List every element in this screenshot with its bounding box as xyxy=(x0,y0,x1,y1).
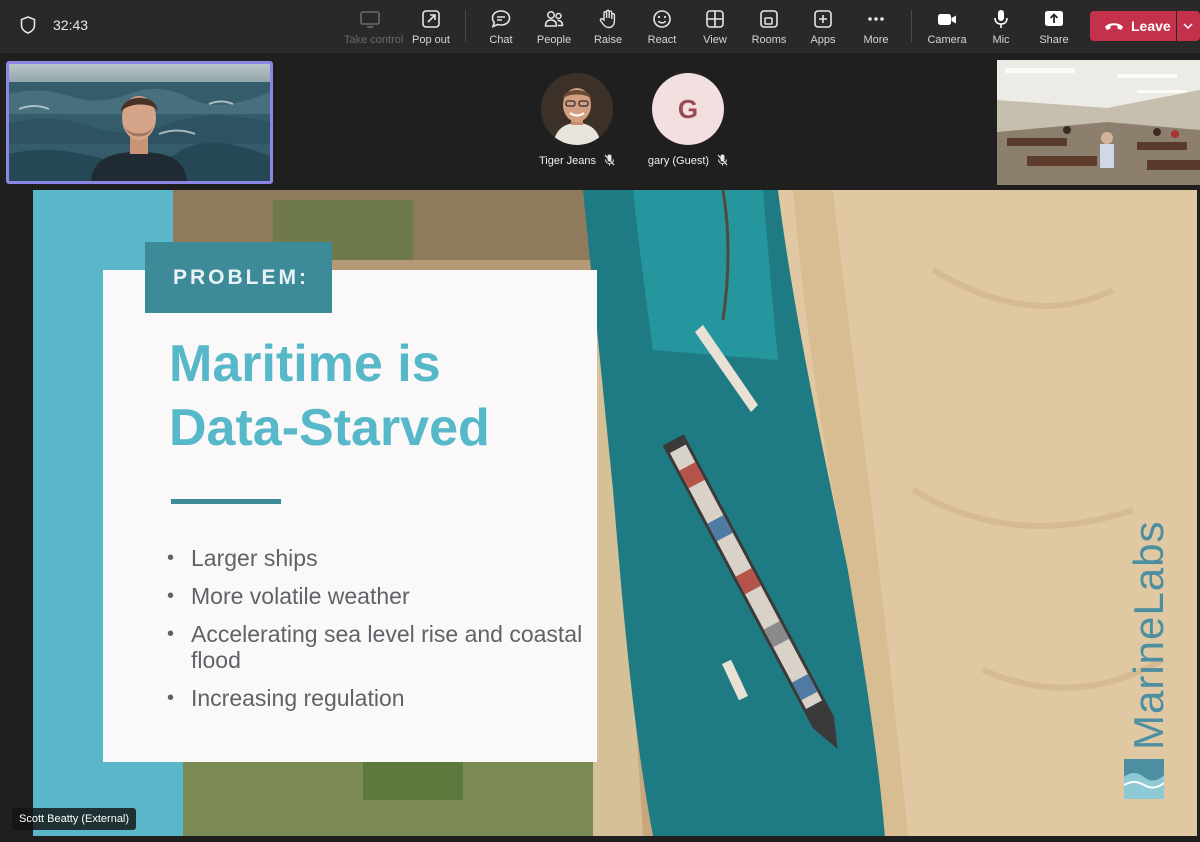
plus-square-icon xyxy=(814,10,832,28)
avatar xyxy=(541,73,613,145)
people-icon xyxy=(544,11,564,27)
toolbar-divider xyxy=(465,10,466,42)
people-button[interactable]: People xyxy=(528,6,580,48)
presenter-name-caption: Scott Beatty (External) xyxy=(12,808,137,830)
mic-button[interactable]: Mic xyxy=(975,6,1027,48)
bullet-item: Increasing regulation xyxy=(167,685,587,711)
apps-button[interactable]: Apps xyxy=(797,6,849,48)
meeting-timer: 32:43 xyxy=(53,17,89,33)
react-button[interactable]: React xyxy=(636,6,688,48)
shield-icon xyxy=(20,16,36,34)
share-button[interactable]: Share xyxy=(1028,6,1080,48)
camera-button[interactable]: Camera xyxy=(921,6,973,48)
ellipsis-icon xyxy=(868,17,884,21)
presenter-video xyxy=(9,64,270,181)
shared-presentation-slide: PROBLEM: Maritime is Data-Starved Larger… xyxy=(33,190,1197,836)
chat-button[interactable]: Chat xyxy=(475,6,527,48)
slide-bullet-list: Larger ships More volatile weather Accel… xyxy=(167,545,587,723)
meeting-toolbar: 32:43 Take control Pop out Chat People R… xyxy=(0,0,1200,53)
share-upload-icon xyxy=(1045,11,1063,26)
slide-headline: Maritime is Data-Starved xyxy=(169,335,490,457)
raise-hand-button[interactable]: Raise xyxy=(582,6,634,48)
marinelabs-logo-icon xyxy=(1124,759,1164,799)
screen-cast-icon xyxy=(360,11,380,28)
rooms-icon xyxy=(760,10,778,28)
leave-button[interactable]: Leave xyxy=(1090,11,1176,41)
rooms-button[interactable]: Rooms xyxy=(743,6,795,48)
presenter-video-tile[interactable] xyxy=(6,61,273,184)
avatar: G xyxy=(652,73,724,145)
room-camera-tile[interactable] xyxy=(997,60,1200,185)
slide-tag: PROBLEM: xyxy=(145,242,332,313)
room-video xyxy=(997,60,1200,185)
smiley-icon xyxy=(653,10,671,28)
marinelabs-wordmark: MarineLabs xyxy=(1125,520,1172,750)
participant-tiger-jeans[interactable]: Tiger Jeans xyxy=(527,73,627,167)
participant-name: gary (Guest) xyxy=(647,155,710,167)
view-button[interactable]: View xyxy=(689,6,741,48)
mic-muted-icon xyxy=(717,154,728,166)
pop-out-button[interactable]: Pop out xyxy=(405,6,457,48)
bullet-item: Accelerating sea level rise and coastal … xyxy=(167,621,587,673)
take-control-button[interactable]: Take control xyxy=(344,6,403,48)
more-button[interactable]: More xyxy=(850,6,902,48)
leave-options-button[interactable] xyxy=(1177,11,1200,41)
grid-icon xyxy=(706,10,724,28)
bullet-item: Larger ships xyxy=(167,545,587,571)
raise-hand-icon xyxy=(599,9,616,29)
video-camera-icon xyxy=(938,14,956,25)
bullet-item: More volatile weather xyxy=(167,583,587,609)
participant-photo xyxy=(541,73,613,145)
participant-name: Tiger Jeans xyxy=(538,155,597,167)
chat-bubble-icon xyxy=(491,10,511,28)
toolbar-divider xyxy=(911,10,912,42)
slide-divider xyxy=(171,499,281,504)
pop-out-icon xyxy=(422,10,440,28)
participant-gary-guest[interactable]: G gary (Guest) xyxy=(638,73,738,167)
microphone-icon xyxy=(994,10,1008,28)
mic-muted-icon xyxy=(604,154,615,166)
chevron-down-icon xyxy=(1183,23,1193,29)
hang-up-phone-icon xyxy=(1105,23,1123,30)
